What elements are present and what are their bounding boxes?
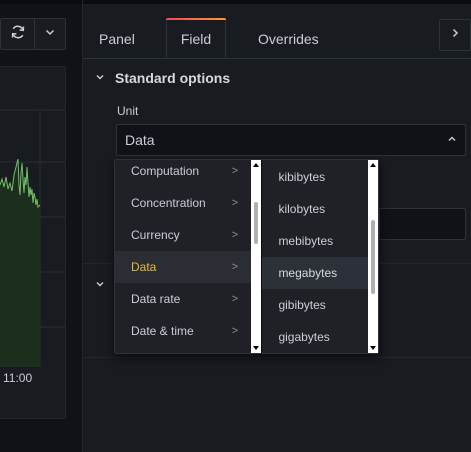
section-title: Standard options — [115, 70, 231, 86]
submenu-arrow-icon: > — [231, 197, 238, 209]
min-input[interactable] — [379, 208, 466, 240]
submenu-arrow-icon: > — [231, 229, 238, 241]
graph-panel: 11:00 — [0, 66, 66, 419]
scroll-down-icon — [253, 346, 260, 350]
top-strip — [0, 0, 82, 4]
chevron-right-icon — [449, 26, 461, 44]
unit-option-kibibytes[interactable]: kibibytes — [262, 161, 368, 193]
submenu-arrow-icon: > — [231, 165, 238, 177]
tab-label: Overrides — [258, 30, 319, 47]
tab-label: Field — [180, 31, 212, 47]
option-label: Date & time — [131, 324, 194, 338]
tab-field[interactable]: Field — [166, 18, 226, 59]
option-label: mebibytes — [278, 234, 334, 248]
top-strip — [83, 0, 471, 4]
scroll-up-icon — [370, 163, 376, 167]
refresh-button-group — [0, 18, 66, 50]
unit-category-column: Computation > Concentration > Currency >… — [115, 160, 263, 353]
chevron-down-icon — [95, 69, 105, 87]
unit-option-gigabytes[interactable]: gigabytes — [262, 321, 368, 353]
unit-option-mebibytes[interactable]: mebibytes — [262, 225, 368, 257]
panel-preview: 11:00 — [0, 0, 82, 452]
unit-scrollbar[interactable] — [368, 160, 378, 353]
option-label: Data rate — [131, 292, 181, 306]
option-label: Computation — [131, 164, 200, 178]
scrollbar-thumb[interactable] — [254, 202, 259, 244]
graph-time-label: 11:00 — [3, 371, 33, 385]
scroll-up-icon — [253, 163, 260, 167]
option-label: Concentration — [131, 196, 206, 210]
submenu-arrow-icon: > — [231, 293, 238, 305]
refresh-icon — [10, 24, 26, 45]
standard-options-header[interactable]: Standard options — [95, 68, 230, 88]
divider — [83, 357, 471, 358]
option-label: Data — [131, 260, 157, 274]
unit-option-kilobytes[interactable]: kilobytes — [262, 193, 368, 225]
expand-options-button[interactable] — [439, 19, 471, 51]
submenu-arrow-icon: > — [231, 261, 238, 273]
unit-select[interactable]: Data — [116, 124, 466, 156]
unit-option-megabytes[interactable]: megabytes — [262, 257, 369, 289]
unit-label: Unit — [117, 104, 139, 118]
chevron-up-icon — [447, 131, 457, 149]
option-label: Currency — [131, 228, 180, 242]
unit-option-column: kibibytes kilobytes mebibytes megabytes … — [262, 160, 378, 353]
submenu-arrow-icon: > — [231, 325, 238, 337]
tab-bar-divider — [83, 58, 471, 59]
category-scrollbar[interactable] — [251, 160, 262, 353]
refresh-button[interactable] — [0, 18, 34, 50]
option-label: gibibytes — [278, 298, 326, 312]
category-option-data[interactable]: Data > — [115, 251, 252, 283]
option-label: gigabytes — [278, 330, 330, 344]
scrollbar-thumb[interactable] — [371, 220, 375, 294]
tab-overrides[interactable]: Overrides — [242, 18, 335, 59]
option-label: megabytes — [278, 266, 338, 280]
tab-panel[interactable]: Panel — [83, 18, 151, 59]
unit-select-value: Data — [125, 132, 155, 148]
collapsed-section-toggle[interactable] — [95, 276, 105, 294]
option-label: kibibytes — [278, 170, 326, 184]
category-option-computation[interactable]: Computation > — [115, 155, 252, 187]
category-option-date-time[interactable]: Date & time > — [115, 315, 252, 347]
scroll-down-icon — [370, 346, 376, 350]
unit-cascader-menu: Computation > Concentration > Currency >… — [114, 159, 379, 354]
tab-label: Panel — [99, 30, 135, 47]
category-option-data-rate[interactable]: Data rate > — [115, 283, 252, 315]
chevron-down-icon — [44, 25, 56, 43]
unit-option-gibibytes[interactable]: gibibytes — [262, 289, 368, 321]
time-series-graph — [0, 109, 65, 367]
option-label: kilobytes — [278, 202, 326, 216]
chevron-down-icon — [95, 276, 105, 293]
category-option-currency[interactable]: Currency > — [115, 219, 252, 251]
refresh-interval-dropdown[interactable] — [34, 18, 66, 50]
category-option-concentration[interactable]: Concentration > — [115, 187, 252, 219]
